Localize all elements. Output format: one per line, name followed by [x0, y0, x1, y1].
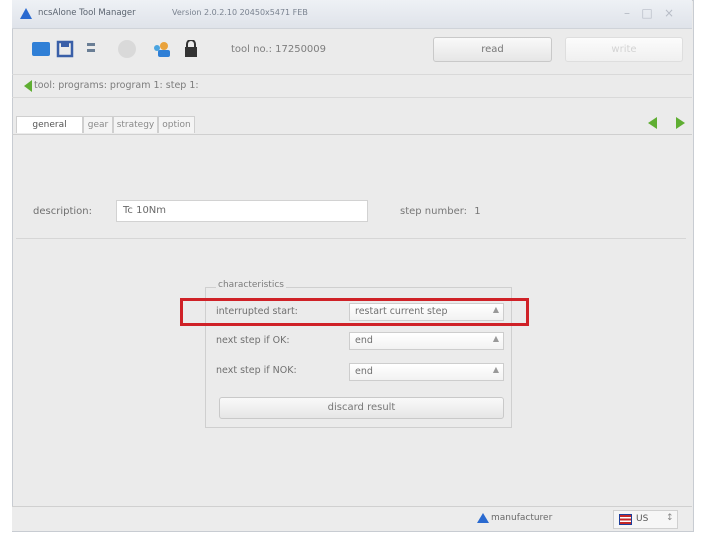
tool-number: tool no.: 17250009 [231, 44, 327, 55]
general-panel [16, 136, 686, 239]
user-role-icon [477, 513, 489, 523]
prev-arrow-icon[interactable] [648, 117, 657, 129]
user-role: manufacturer [491, 513, 553, 523]
tab-general[interactable]: general [16, 116, 83, 133]
description-input[interactable]: Tc 10Nm [116, 200, 368, 222]
app-logo-icon [20, 8, 32, 19]
tab-option[interactable]: option [158, 116, 195, 133]
breadcrumb: tool: programs: program 1: step 1: [34, 80, 199, 91]
next-step-ok-value: end [355, 335, 373, 346]
next-step-nok-label: next step if NOK: [216, 365, 297, 376]
lock-icon[interactable] [182, 39, 200, 58]
discard-result-button[interactable]: discard result [219, 397, 504, 419]
open-folder-icon[interactable] [32, 42, 50, 56]
save-icon[interactable] [56, 40, 74, 58]
step-number-caption: step number: [400, 206, 468, 217]
highlight-box [180, 298, 529, 326]
next-step-nok-select[interactable]: end ▲ [349, 363, 504, 381]
write-button[interactable]: write [565, 37, 683, 62]
next-step-nok-value: end [355, 366, 373, 377]
title-bar: ncsAlone Tool Manager Version 2.0.2.10 2… [12, 0, 692, 29]
next-step-ok-label: next step if OK: [216, 335, 290, 346]
tab-gear[interactable]: gear [83, 116, 113, 133]
flag-us-icon [619, 514, 632, 525]
window-title: ncsAlone Tool Manager [38, 8, 136, 18]
user-icon[interactable] [152, 40, 170, 58]
dropdown-arrow-icon: ▲ [492, 365, 499, 374]
back-arrow-icon[interactable] [24, 80, 32, 92]
read-button[interactable]: read [433, 37, 552, 62]
disabled-circle-icon[interactable] [118, 40, 136, 58]
language-value: US [636, 514, 649, 524]
step-number-value: 1 [474, 206, 481, 217]
description-label: description: [33, 206, 92, 217]
window-version: Version 2.0.2.10 20450x5471 FEB [172, 8, 308, 17]
maximize-icon[interactable]: □ [640, 6, 654, 20]
characteristics-legend: characteristics [216, 280, 286, 290]
language-select[interactable]: US ↕ [613, 510, 678, 529]
status-bar [12, 506, 692, 531]
dropdown-arrow-icon: ↕ [666, 513, 674, 523]
dropdown-arrow-icon: ▲ [492, 334, 499, 343]
compare-icon[interactable] [82, 40, 100, 58]
tab-strategy[interactable]: strategy [113, 116, 158, 133]
close-icon[interactable]: × [662, 6, 676, 20]
next-step-ok-select[interactable]: end ▲ [349, 332, 504, 350]
minimize-icon[interactable]: – [620, 6, 634, 20]
next-arrow-icon[interactable] [676, 117, 685, 129]
step-number-label: step number: 1 [400, 206, 481, 217]
